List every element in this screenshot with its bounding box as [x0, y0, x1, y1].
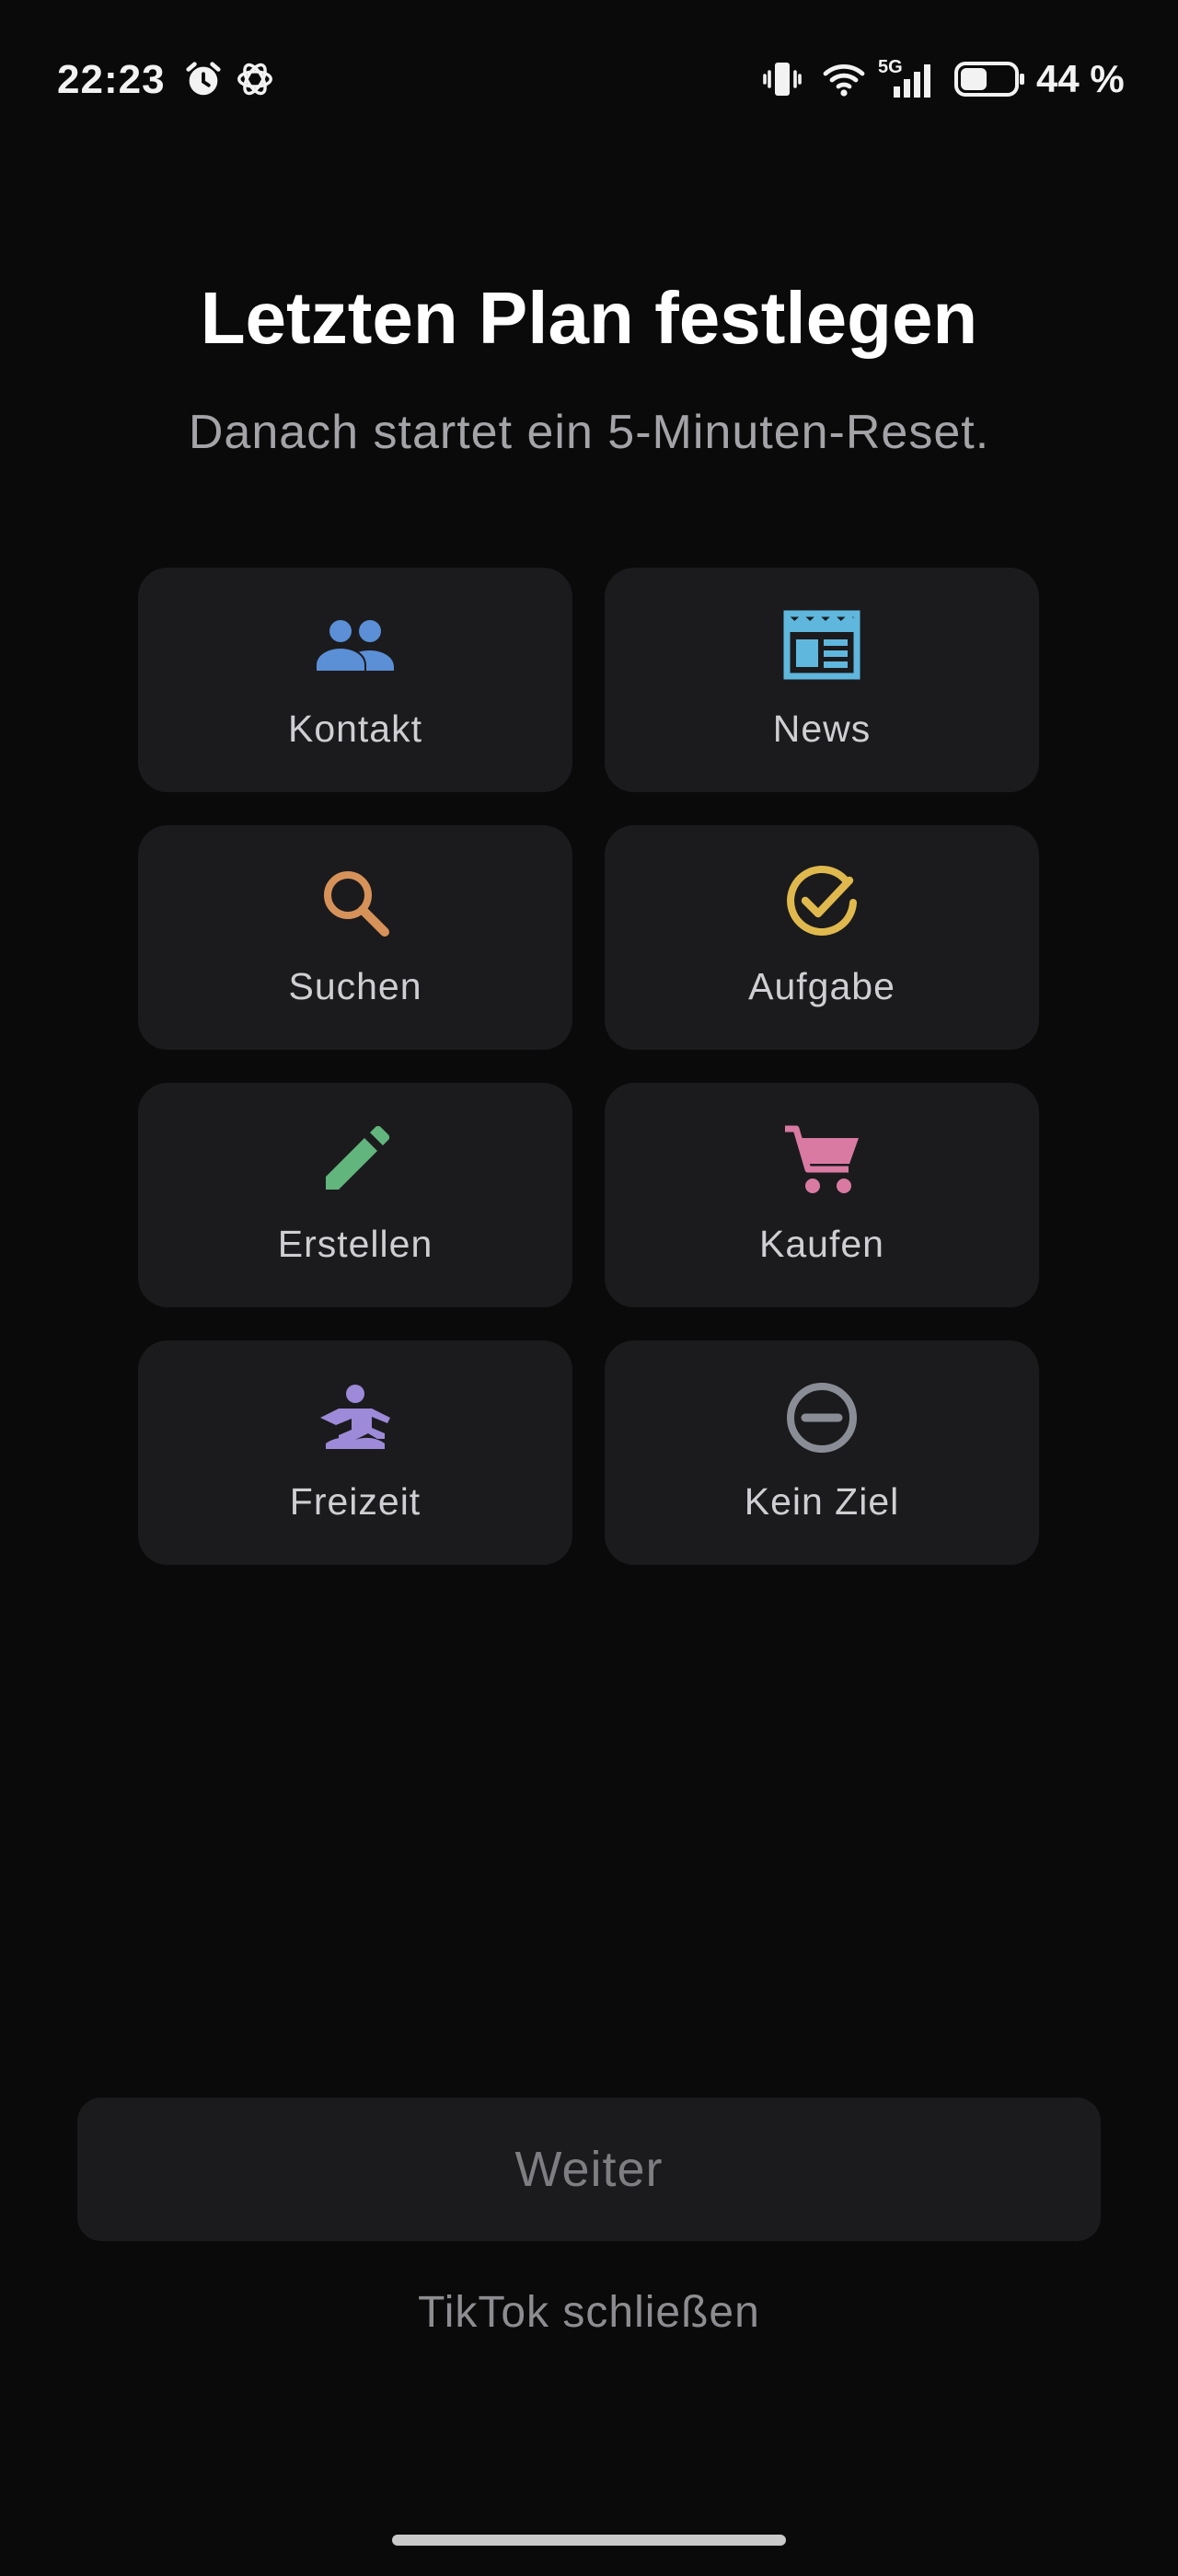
check-circle-icon [787, 865, 857, 936]
shopping-cart-icon [785, 1125, 859, 1193]
option-label: News [772, 707, 872, 750]
option-erstellen[interactable]: Erstellen [138, 1083, 572, 1307]
people-icon [317, 620, 394, 671]
option-suchen[interactable]: Suchen [138, 825, 572, 1050]
status-time: 22:23 [57, 57, 166, 102]
option-label: Freizeit [289, 1480, 422, 1523]
page-subtitle: Danach startet ein 5-Minuten-Reset. [188, 406, 990, 459]
option-label: Kaufen [759, 1223, 884, 1265]
option-news[interactable]: News [605, 568, 1039, 792]
option-kaufen[interactable]: Kaufen [605, 1083, 1039, 1307]
wifi-icon [823, 63, 865, 97]
close-tiktok-link[interactable]: TikTok schließen [0, 2287, 1178, 2338]
option-label: Aufgabe [748, 965, 895, 1007]
search-icon [324, 871, 389, 937]
pencil-icon [326, 1125, 390, 1190]
home-indicator[interactable] [392, 2535, 786, 2546]
minus-circle-icon [787, 1383, 857, 1453]
chatgpt-icon [237, 63, 272, 96]
battery-icon [954, 62, 1024, 97]
option-label: Kontakt [287, 707, 423, 750]
newspaper-icon [783, 610, 860, 680]
status-bar: 22:23 5G 44 % [0, 0, 1178, 161]
signal-icon [894, 64, 930, 98]
option-kein-ziel[interactable]: Kein Ziel [605, 1340, 1039, 1565]
option-label: Suchen [288, 965, 422, 1007]
meditation-icon [320, 1385, 390, 1449]
option-aufgabe[interactable]: Aufgabe [605, 825, 1039, 1050]
option-label: Erstellen [277, 1223, 433, 1265]
alarm-icon [186, 62, 221, 96]
option-label: Kein Ziel [744, 1480, 900, 1523]
vibrate-icon [763, 63, 802, 96]
page-title: Letzten Plan festlegen [200, 277, 978, 359]
option-kontakt[interactable]: Kontakt [138, 568, 572, 792]
continue-button[interactable]: Weiter [77, 2098, 1101, 2241]
battery-percentage: 44 % [1036, 57, 1125, 100]
option-freizeit[interactable]: Freizeit [138, 1340, 572, 1565]
